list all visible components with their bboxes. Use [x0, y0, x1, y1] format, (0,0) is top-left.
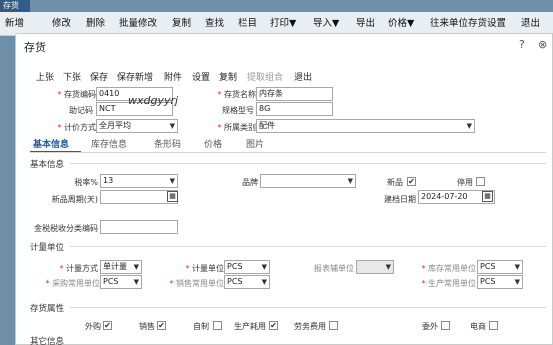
production-unit-select[interactable]: PCS ▼: [477, 275, 523, 289]
unit-method-select[interactable]: 单计量 ▼: [100, 260, 142, 274]
brand-label: 品牌: [242, 178, 258, 187]
tab-stock[interactable]: 库存信息: [91, 137, 127, 150]
name-input[interactable]: 内存条: [256, 87, 333, 101]
app-window: 存货 新增 修改 删除 批量修改 复制 查找 栏目 打印▼ 导入▼ 导出 价格▼…: [0, 0, 553, 345]
attr-sales-label: 销售: [139, 322, 155, 331]
section-divider: [70, 246, 546, 247]
pricing-label: * 计价方式: [57, 123, 96, 132]
handwritten-overlay: wxdgyyrj: [128, 94, 179, 107]
action-save[interactable]: 保存: [90, 70, 108, 83]
app-tab[interactable]: 存货: [0, 0, 30, 12]
chevron-down-icon: ▼: [261, 263, 267, 271]
report-unit-select[interactable]: ▼: [356, 260, 394, 274]
tax-select[interactable]: 13 ▼: [100, 174, 178, 188]
chevron-down-icon: ▼: [466, 122, 472, 130]
attr-selfmade-label: 自制: [193, 322, 209, 331]
action-settings[interactable]: 设置: [192, 70, 210, 83]
attr-purchase-label: 外购: [85, 322, 101, 331]
attr-outsource-checkbox[interactable]: [441, 321, 450, 330]
action-next[interactable]: 下张: [63, 70, 81, 83]
mnemonic-label: 助记码: [69, 106, 93, 115]
attr-selfmade-checkbox[interactable]: [213, 321, 222, 330]
chevron-down-icon: ▼: [347, 177, 353, 185]
basic-section-title: 基本信息: [30, 160, 65, 170]
chevron-down-icon: ▼: [514, 263, 520, 271]
tab-barcode[interactable]: 条形码: [154, 137, 181, 150]
action-attachment[interactable]: 附件: [164, 70, 182, 83]
inventory-dialog: 存货 ? ⊗ 上张 下张 保存 保存新增 附件 设置 复制 提取组合 退出 * …: [15, 33, 553, 345]
chevron-down-icon: ▼: [261, 278, 267, 286]
spec-label: 规格型号: [222, 106, 254, 115]
sales-unit-select[interactable]: PCS ▼: [224, 275, 270, 289]
attr-production-label: 生产耗用: [234, 322, 266, 331]
purchase-unit-select[interactable]: PCS ▼: [100, 275, 142, 289]
name-label: * 存货名称: [217, 90, 256, 99]
chevron-down-icon: ▼: [514, 278, 520, 286]
category-select[interactable]: 配件 ▼: [256, 119, 475, 133]
unit-method-label: * 计量方式: [59, 264, 98, 273]
tab-image[interactable]: 图片: [246, 137, 264, 150]
tab-price[interactable]: 价格: [204, 137, 222, 150]
attr-ecommerce-checkbox[interactable]: [489, 321, 498, 330]
attr-ecommerce-label: 电商: [470, 322, 486, 331]
disabled-checkbox[interactable]: [476, 177, 485, 186]
brand-select[interactable]: ▼: [260, 174, 356, 188]
sales-unit-label: * 销售常用单位: [169, 279, 224, 288]
tab-divider: [30, 152, 546, 153]
attr-section-title: 存货属性: [30, 304, 65, 314]
attr-production-checkbox[interactable]: ✔: [269, 321, 278, 330]
attr-labor-label: 劳务费用: [294, 322, 326, 331]
new-period-label: 新品周期(天): [51, 195, 98, 204]
stock-unit-label: * 库存常用单位: [421, 264, 476, 273]
chevron-down-icon: ▼: [169, 177, 175, 185]
calendar-icon[interactable]: ▦: [167, 191, 178, 202]
new-checkbox[interactable]: ✔: [407, 177, 416, 186]
section-divider: [70, 307, 546, 308]
action-copy[interactable]: 复制: [219, 70, 237, 83]
spec-input[interactable]: 8G: [256, 102, 333, 116]
attr-labor-checkbox[interactable]: [329, 321, 338, 330]
chevron-down-icon: ▼: [385, 263, 391, 271]
section-divider: [70, 163, 546, 164]
calendar-icon[interactable]: ▦: [482, 191, 493, 202]
stock-unit-select[interactable]: PCS ▼: [477, 260, 523, 274]
tax-class-input[interactable]: [100, 220, 178, 234]
code-label: * 存货编码: [57, 90, 96, 99]
action-save-new[interactable]: 保存新增: [117, 70, 153, 83]
production-unit-label: * 生产常用单位: [421, 279, 476, 288]
action-prev[interactable]: 上张: [36, 70, 54, 83]
action-exit[interactable]: 退出: [294, 70, 312, 83]
unit-select[interactable]: PCS ▼: [224, 260, 270, 274]
disabled-label: 停用: [457, 178, 473, 187]
tax-label: 税率%: [74, 178, 98, 187]
pricing-select[interactable]: 全月平均 ▼: [96, 119, 178, 133]
chevron-down-icon: ▼: [133, 263, 139, 271]
purchase-unit-label: * 采购常用单位: [45, 279, 100, 288]
other-section-title: 其它信息: [30, 337, 65, 345]
unit-label: * 计量单位: [185, 264, 224, 273]
action-extract-combo[interactable]: 提取组合: [247, 70, 283, 83]
created-date-label: 建档日期: [384, 195, 416, 204]
dialog-title: 存货: [24, 41, 46, 54]
tab-basic[interactable]: 基本信息: [33, 137, 69, 150]
tax-class-label: 金税税收分类编码: [34, 224, 98, 233]
category-label: * 所属类别: [217, 123, 256, 132]
new-label: 新品: [387, 178, 403, 187]
report-unit-label: 报表辅单位: [314, 264, 354, 273]
help-icon[interactable]: ?: [519, 38, 525, 51]
attr-sales-checkbox[interactable]: ✔: [157, 321, 166, 330]
chevron-down-icon: ▼: [133, 278, 139, 286]
close-icon[interactable]: ⊗: [538, 38, 547, 51]
attr-purchase-checkbox[interactable]: ✔: [103, 321, 112, 330]
attr-outsource-label: 委外: [422, 322, 438, 331]
chevron-down-icon: ▼: [169, 122, 175, 130]
unit-section-title: 计量单位: [30, 243, 65, 253]
